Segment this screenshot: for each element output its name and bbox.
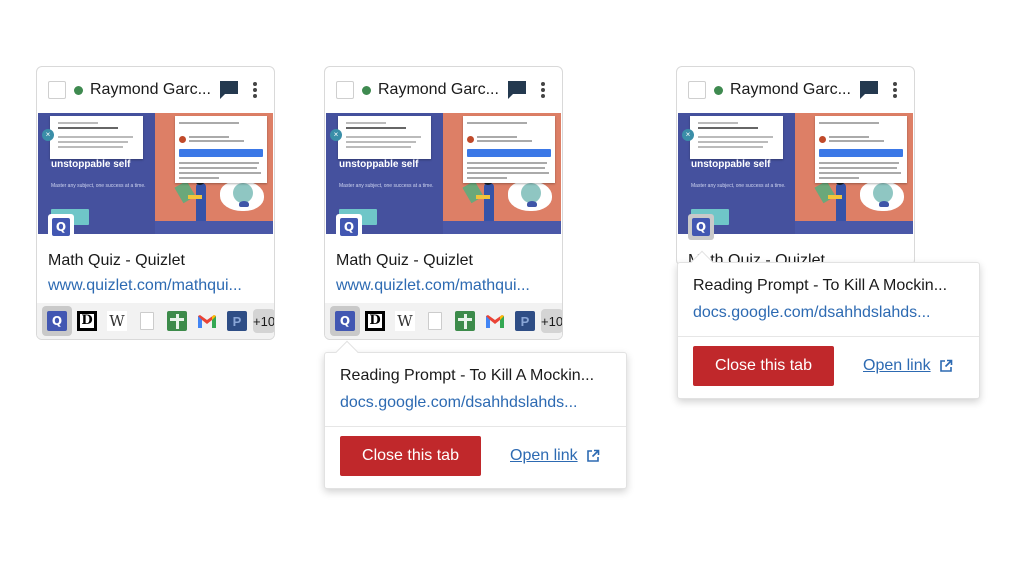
tab-wikipedia[interactable]: W [390, 306, 420, 336]
open-link-button[interactable]: Open link [510, 447, 600, 465]
screen-thumbnail[interactable]: × unstoppable self Master any subject, o… [326, 113, 561, 240]
more-options-icon[interactable] [892, 80, 898, 100]
tab-quizlet[interactable]: Q [42, 306, 72, 336]
tab-gmail[interactable] [192, 306, 222, 336]
gmail-icon [485, 311, 505, 331]
external-link-icon [586, 449, 599, 462]
tab-classroom[interactable] [162, 306, 192, 336]
d-icon: D [365, 311, 385, 331]
student-name: Raymond Garc... [90, 81, 211, 98]
thumbnail-subline: Master any subject, one success at a tim… [691, 183, 786, 189]
popover-tab-url[interactable]: docs.google.com/dsahhdslahds... [693, 303, 979, 323]
google-classroom-icon [167, 311, 187, 331]
wikipedia-icon: W [395, 311, 415, 331]
popover-tab-title: Reading Prompt - To Kill A Mockin... [340, 367, 595, 384]
p-icon: P [515, 311, 535, 331]
thumbnail-headline: unstoppable self [691, 159, 771, 170]
student-name: Raymond Garc... [730, 81, 851, 98]
blank-document-icon [428, 312, 442, 330]
more-options-icon[interactable] [540, 80, 546, 100]
active-tab-url[interactable]: www.quizlet.com/mathqui... [48, 276, 274, 296]
tab-p[interactable]: P [510, 306, 540, 336]
open-link-label: Open link [510, 447, 578, 464]
tab-popover: Reading Prompt - To Kill A Mockin... doc… [324, 340, 627, 489]
screen-thumbnail[interactable]: × unstoppable self Master any subject, o… [38, 113, 273, 240]
tab-d[interactable]: D [360, 306, 390, 336]
more-tabs-count[interactable]: +10 [541, 309, 562, 333]
active-tab-url[interactable]: www.quizlet.com/mathqui... [336, 276, 562, 296]
gmail-icon [197, 311, 217, 331]
quizlet-icon: Q [340, 218, 358, 236]
student-card: Raymond Garc... × unstoppable self Maste… [36, 66, 275, 340]
card-header: Raymond Garc... [677, 67, 914, 113]
tab-classroom[interactable] [450, 306, 480, 336]
close-icon: × [42, 129, 54, 141]
d-icon: D [77, 311, 97, 331]
select-checkbox[interactable] [688, 81, 706, 99]
card-header: Raymond Garc... [325, 67, 562, 113]
message-icon[interactable] [219, 80, 239, 100]
tab-document[interactable] [132, 306, 162, 336]
more-tabs-count[interactable]: +10 [253, 309, 274, 333]
active-tab-title: Math Quiz - Quizlet [48, 252, 185, 269]
thumbnail-headline: unstoppable self [51, 159, 131, 170]
close-tab-button[interactable]: Close this tab [693, 346, 834, 386]
more-options-icon[interactable] [252, 80, 258, 100]
thumbnail-headline: unstoppable self [339, 159, 419, 170]
blank-document-icon [140, 312, 154, 330]
quizlet-icon: Q [47, 311, 67, 331]
thumbnail-subline: Master any subject, one success at a tim… [51, 183, 146, 189]
open-tabs-strip: Q D W P +10 [325, 303, 562, 339]
student-card: Raymond Garc... × unstoppable self Maste… [324, 66, 563, 340]
student-name: Raymond Garc... [378, 81, 499, 98]
open-tabs-strip: Q D W P +10 [37, 303, 274, 339]
open-link-label: Open link [863, 357, 931, 374]
quizlet-icon: Q [52, 218, 70, 236]
quizlet-icon: Q [692, 218, 710, 236]
external-link-icon [939, 359, 952, 372]
close-icon: × [682, 129, 694, 141]
active-tab-favicon[interactable]: Q [688, 214, 714, 240]
select-checkbox[interactable] [48, 81, 66, 99]
close-tab-button[interactable]: Close this tab [340, 436, 481, 476]
message-icon[interactable] [507, 80, 527, 100]
thumbnail-subline: Master any subject, one success at a tim… [339, 183, 434, 189]
google-classroom-icon [455, 311, 475, 331]
tab-popover: Reading Prompt - To Kill A Mockin... doc… [677, 250, 980, 399]
popover-tab-title: Reading Prompt - To Kill A Mockin... [693, 277, 948, 294]
online-status-dot [74, 85, 83, 95]
online-status-dot [362, 85, 371, 95]
tab-wikipedia[interactable]: W [102, 306, 132, 336]
tab-d[interactable]: D [72, 306, 102, 336]
screen-thumbnail[interactable]: × unstoppable self Master any subject, o… [678, 113, 913, 240]
select-checkbox[interactable] [336, 81, 354, 99]
message-icon[interactable] [859, 80, 879, 100]
popover-tab-url[interactable]: docs.google.com/dsahhdslahds... [340, 393, 626, 413]
active-tab-title: Math Quiz - Quizlet [336, 252, 473, 269]
wikipedia-icon: W [107, 311, 127, 331]
p-icon: P [227, 311, 247, 331]
close-icon: × [330, 129, 342, 141]
tab-quizlet[interactable]: Q [330, 306, 360, 336]
tab-gmail[interactable] [480, 306, 510, 336]
tab-p[interactable]: P [222, 306, 252, 336]
tab-document[interactable] [420, 306, 450, 336]
open-link-button[interactable]: Open link [863, 357, 953, 375]
active-tab-favicon[interactable]: Q [336, 214, 362, 240]
active-tab-favicon[interactable]: Q [48, 214, 74, 240]
student-card: Raymond Garc... × unstoppable self Maste… [676, 66, 915, 269]
card-header: Raymond Garc... [37, 67, 274, 113]
online-status-dot [714, 85, 723, 95]
quizlet-icon: Q [335, 311, 355, 331]
